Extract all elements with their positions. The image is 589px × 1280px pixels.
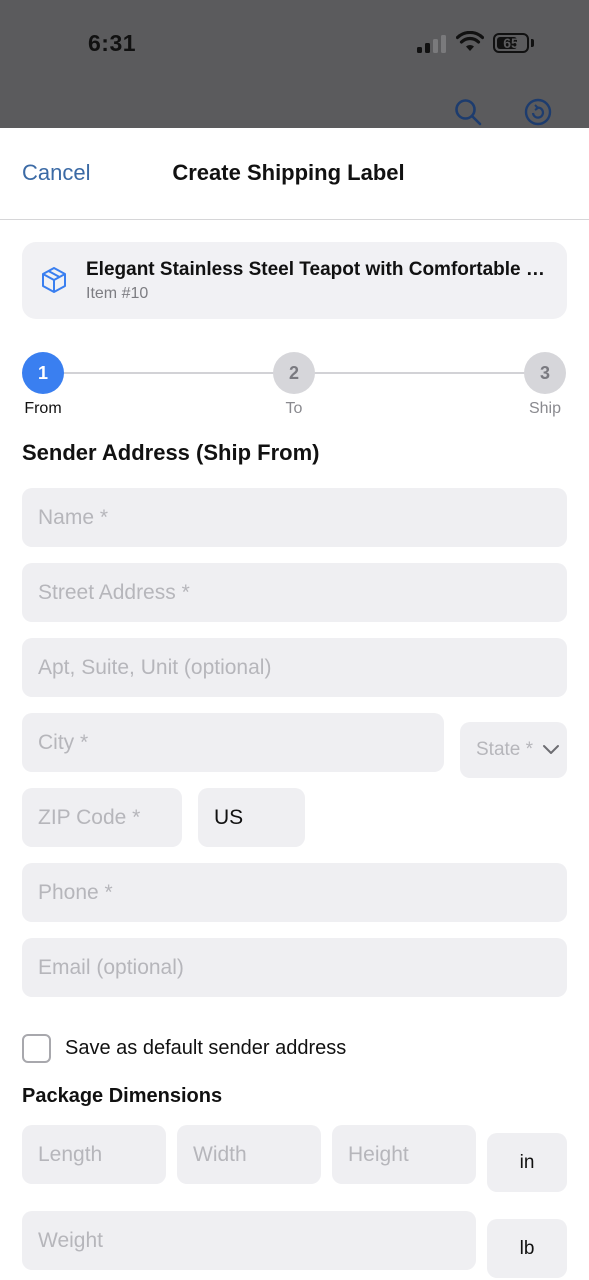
item-card: Elegant Stainless Steel Teapot with Comf… (22, 242, 567, 319)
status-bar: 6:31 65 (0, 0, 589, 128)
length-field[interactable] (22, 1125, 166, 1184)
save-default-checkbox[interactable] (22, 1034, 51, 1063)
battery-icon: 65 (493, 33, 529, 53)
battery-tip (531, 39, 534, 47)
chevron-down-icon (543, 745, 559, 754)
step-2-label: To (285, 400, 303, 417)
apt-suite-field[interactable] (22, 638, 567, 697)
height-field[interactable] (332, 1125, 476, 1184)
zip-code-field[interactable] (22, 788, 182, 847)
step-2-circle: 2 (273, 352, 315, 394)
sender-section-title: Sender Address (Ship From) (22, 440, 320, 465)
email-field[interactable] (22, 938, 567, 997)
item-number: Item #10 (86, 285, 149, 302)
cellular-signal-icon (417, 35, 449, 53)
search-icon (455, 99, 482, 126)
step-3-circle: 3 (524, 352, 566, 394)
save-default-row[interactable]: Save as default sender address (22, 1034, 567, 1064)
dimension-unit-button[interactable]: in (487, 1133, 567, 1192)
country-field[interactable] (198, 788, 305, 847)
save-default-label: Save as default sender address (65, 1037, 347, 1059)
street-address-field[interactable] (22, 563, 567, 622)
battery-level: 65 (503, 35, 519, 51)
state-select[interactable]: State * (460, 722, 567, 778)
progress-stepper: 1 2 3 From To Ship (0, 352, 589, 422)
step-3-label: Ship (528, 400, 562, 417)
package-dimensions-title: Package Dimensions (22, 1085, 223, 1107)
name-field[interactable] (22, 488, 567, 547)
status-time: 6:31 (88, 30, 137, 56)
shipping-label-sheet: Create Shipping Label Cancel Elegant Sta… (0, 128, 589, 1280)
state-placeholder: State * (476, 739, 534, 760)
refresh-icon (524, 98, 552, 126)
sheet-header: Create Shipping Label Cancel (0, 128, 589, 220)
phone-field[interactable] (22, 863, 567, 922)
wifi-icon (456, 31, 484, 51)
step-1-label: From (24, 400, 62, 417)
weight-unit-button[interactable]: lb (487, 1219, 567, 1278)
item-title: Elegant Stainless Steel Teapot with Comf… (86, 259, 556, 280)
city-field[interactable] (22, 713, 444, 772)
weight-field[interactable] (22, 1211, 476, 1270)
package-icon (42, 267, 66, 293)
width-field[interactable] (177, 1125, 321, 1184)
step-1-circle: 1 (22, 352, 64, 394)
cancel-button[interactable]: Cancel (22, 160, 90, 186)
